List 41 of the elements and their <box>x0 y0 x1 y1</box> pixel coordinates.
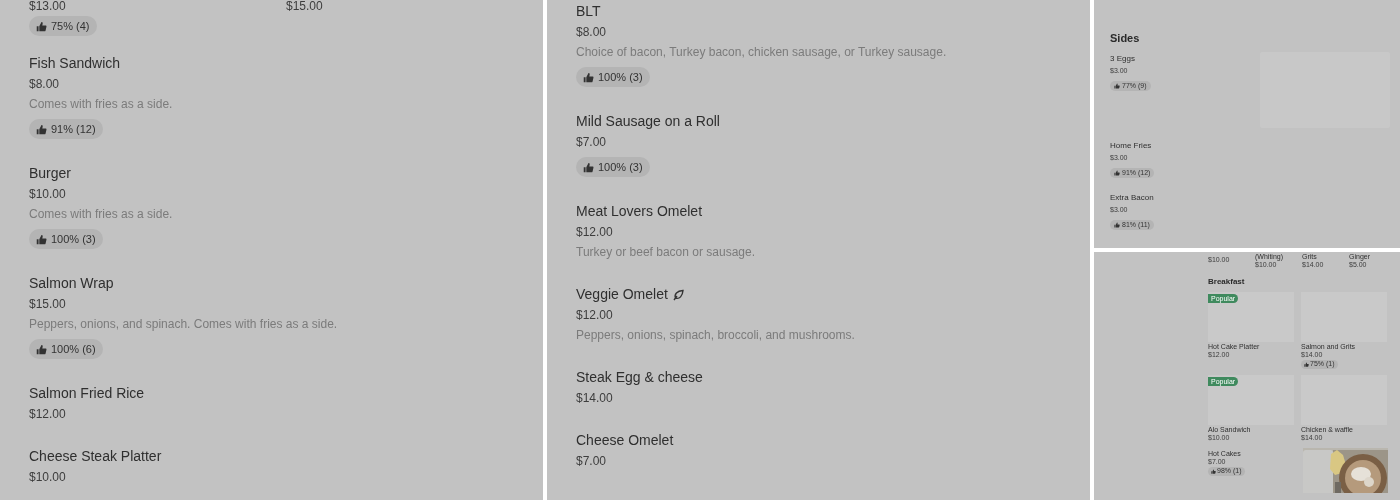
item-name[interactable]: Meat Lovers Omelet <box>576 201 703 222</box>
item-name[interactable]: Cheese Omelet <box>576 430 674 451</box>
item-name[interactable]: Cheese Steak Platter <box>29 446 162 467</box>
item-description: Turkey or beef bacon or sausage. <box>576 244 756 261</box>
item-description: Peppers, onions, spinach, broccoli, and mushrooms. <box>576 327 856 344</box>
item-price: $13.00 <box>29 0 67 15</box>
item-name[interactable]: Fish Sandwich <box>29 53 121 74</box>
item-description: Comes with fries as a side. <box>29 96 174 113</box>
rating-badge: 75% (4) <box>29 16 97 36</box>
rating-badge: 100% (3) <box>576 157 650 177</box>
item-name[interactable]: Salmon Fried Rice <box>29 383 145 404</box>
item-price: $15.00 <box>286 0 324 15</box>
item-price: $7.00 <box>576 134 608 151</box>
item-name[interactable]: Salmon Wrap <box>29 273 114 294</box>
item-price: $10.00 <box>29 469 67 486</box>
item-price: $12.00 <box>29 406 67 423</box>
item-description: Choice of bacon, Turkey bacon, chicken sausage, or Turkey sausage. <box>576 44 948 61</box>
item-description: Peppers, onions, and spinach. Comes with fries as a side. <box>29 316 339 333</box>
item-price: $12.00 <box>576 307 614 324</box>
item-price: $12.00 <box>576 224 614 241</box>
rating-badge: 100% (6) <box>29 339 103 359</box>
item-name[interactable]: 3 Eggs <box>1110 53 1135 65</box>
rating-badge: 100% (3) <box>576 67 650 87</box>
item-price: $8.00 <box>29 76 61 93</box>
item-name[interactable]: Extra Bacon <box>1110 192 1154 204</box>
rating-badge: 91% (12) <box>29 119 103 139</box>
item-name[interactable]: Steak Egg & cheese <box>576 367 703 388</box>
item-price: $7.00 <box>576 453 608 470</box>
item-price: $10.00 <box>29 186 67 203</box>
rating-badge: 100% (3) <box>29 229 103 249</box>
item-name[interactable]: Mild Sausage on a Roll <box>576 111 720 132</box>
item-price: $14.00 <box>576 390 614 407</box>
item-name[interactable]: Home Fries <box>1110 140 1152 152</box>
section-heading: Sides <box>1110 31 1141 45</box>
item-price: $15.00 <box>29 296 67 313</box>
item-name[interactable]: Veggie Omelet <box>576 284 668 305</box>
item-price: $8.00 <box>576 24 608 41</box>
section-heading: Breakfast <box>1208 276 1246 288</box>
item-name[interactable]: BLT <box>576 1 601 22</box>
item-description: Comes with fries as a side. <box>29 206 174 223</box>
item-name[interactable]: Burger <box>29 163 72 184</box>
